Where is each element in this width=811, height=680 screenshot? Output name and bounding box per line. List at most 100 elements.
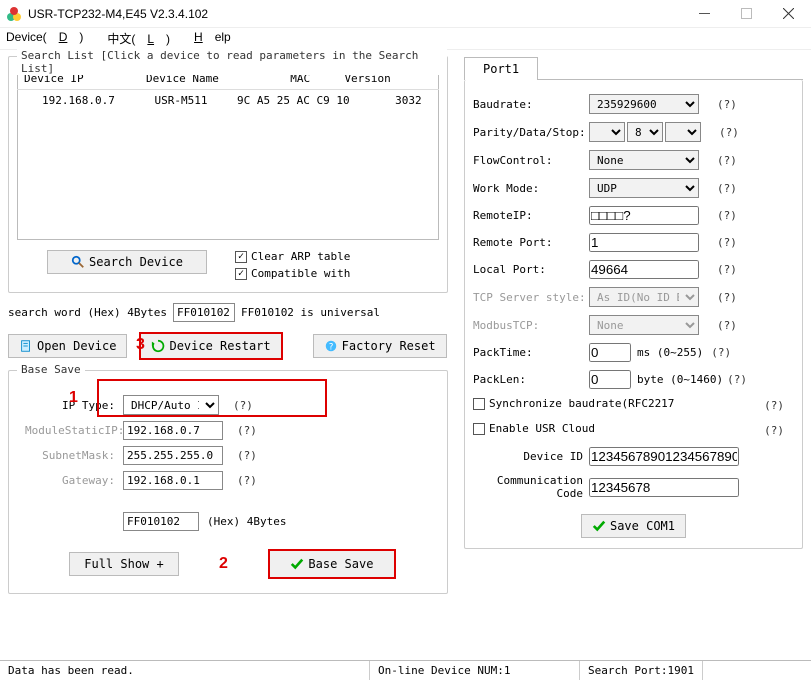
close-button[interactable] (767, 0, 809, 28)
statusbar: Data has been read. On-line Device NUM:1… (0, 660, 811, 680)
parity-select[interactable] (589, 122, 625, 142)
remoteip-label: RemoteIP: (473, 209, 589, 222)
help-link[interactable]: (?) (237, 474, 257, 487)
gateway-input[interactable] (123, 471, 223, 490)
searchword-label: search word (Hex) 4Bytes (8, 306, 167, 319)
compatible-checkbox[interactable]: ✓Compatible with (235, 267, 350, 280)
static-ip-input[interactable] (123, 421, 223, 440)
magnifier-icon (71, 255, 85, 269)
help-link[interactable]: (?) (717, 319, 737, 332)
factory-reset-button[interactable]: ? Factory Reset (313, 334, 447, 358)
save-com1-button[interactable]: Save COM1 (581, 514, 686, 538)
help-link[interactable]: (?) (717, 209, 737, 222)
document-icon (19, 339, 33, 353)
help-link[interactable]: (?) (719, 126, 739, 139)
base-save-title: Base Save (17, 363, 85, 376)
help-link[interactable]: (?) (717, 98, 737, 111)
help-link[interactable]: (?) (237, 424, 257, 437)
help-link[interactable]: (?) (764, 399, 784, 412)
svg-text:?: ? (328, 343, 333, 353)
window-title: USR-TCP232-M4,E45 V2.3.4.102 (28, 7, 683, 21)
modbustcp-label: ModbusTCP: (473, 319, 589, 332)
device-id-label: Device ID (473, 450, 589, 463)
remoteport-input[interactable] (589, 233, 699, 252)
base-hex-note: (Hex) 4Bytes (207, 515, 286, 528)
packtime-input[interactable] (589, 343, 631, 362)
callout-1: 1 (69, 389, 78, 407)
packtime-label: PackTime: (473, 346, 589, 359)
localport-label: Local Port: (473, 263, 589, 276)
baud-select[interactable]: 235929600 (589, 94, 699, 114)
base-save-button[interactable]: Base Save (268, 549, 396, 579)
check-icon (290, 557, 304, 571)
searchword-input[interactable] (173, 303, 235, 322)
app-icon (6, 6, 22, 22)
help-link[interactable]: (?) (711, 346, 731, 359)
tcpserver-select: As ID(No ID Broadca (589, 287, 699, 307)
search-device-button[interactable]: Search Device (47, 250, 207, 274)
port1-panel: Baudrate:235929600 (?) Parity/Data/Stop: 8… (464, 80, 803, 549)
stop-select[interactable] (665, 122, 701, 142)
flow-label: FlowControl: (473, 154, 589, 167)
remoteport-label: Remote Port: (473, 236, 589, 249)
status-port: Search Port:1901 (580, 661, 703, 680)
open-device-button[interactable]: Open Device (8, 334, 127, 358)
base-save-group: Base Save 1 IP Type: DHCP/Auto IP (?) Mo… (8, 370, 448, 594)
help-link[interactable]: (?) (717, 154, 737, 167)
menubar: Device(D) 中文(L) Help (0, 28, 811, 50)
mode-select[interactable]: UDP (589, 178, 699, 198)
subnet-input[interactable] (123, 446, 223, 465)
callout-2: 2 (219, 555, 228, 573)
flow-select[interactable]: None (589, 150, 699, 170)
packlen-input[interactable] (589, 370, 631, 389)
minimize-button[interactable] (683, 0, 725, 28)
remoteip-input[interactable] (589, 206, 699, 225)
status-message: Data has been read. (0, 661, 370, 680)
data-select[interactable]: 8 (627, 122, 663, 142)
help-link[interactable]: (?) (717, 263, 737, 276)
comm-code-label: Communication Code (473, 474, 589, 500)
packlen-unit: byte (0~1460) (637, 373, 723, 386)
packlen-label: PackLen: (473, 373, 589, 386)
full-show-button[interactable]: Full Show + (69, 552, 179, 576)
search-list-group: Search List [Click a device to read para… (8, 56, 448, 293)
help-link[interactable]: (?) (717, 236, 737, 249)
modbustcp-select: None (589, 315, 699, 335)
menu-help[interactable]: Help (194, 30, 243, 47)
callout-1-box (97, 379, 327, 417)
tab-port1[interactable]: Port1 (464, 57, 538, 80)
check-icon (592, 519, 606, 533)
search-list-title: Search List [Click a device to read para… (17, 49, 447, 75)
titlebar: USR-TCP232-M4,E45 V2.3.4.102 (0, 0, 811, 28)
packtime-unit: ms (0~255) (637, 346, 703, 359)
help-icon: ? (324, 339, 338, 353)
tcpserver-label: TCP Server style: (473, 291, 589, 304)
menu-device[interactable]: Device(D) (6, 30, 95, 47)
clear-arp-checkbox[interactable]: ✓Clear ARP table (235, 250, 350, 263)
base-hex-input[interactable] (123, 512, 199, 531)
device-restart-button[interactable]: Device Restart (139, 332, 282, 360)
help-link[interactable]: (?) (727, 373, 747, 386)
table-row[interactable]: 192.168.0.7 USR-M511 9C A5 25 AC C9 10 3… (18, 90, 438, 111)
mode-label: Work Mode: (473, 182, 589, 195)
sync-baud-checkbox[interactable]: Synchronize baudrate(RFC2217 (473, 397, 674, 410)
enable-cloud-checkbox[interactable]: Enable USR Cloud (473, 422, 595, 435)
baud-label: Baudrate: (473, 98, 589, 111)
help-link[interactable]: (?) (237, 449, 257, 462)
searchword-note: FF010102 is universal (241, 306, 380, 319)
localport-input[interactable] (589, 260, 699, 279)
subnet-label: SubnetMask: (25, 449, 115, 462)
status-online: On-line Device NUM:1 (370, 661, 580, 680)
gateway-label: Gateway: (25, 474, 115, 487)
static-ip-label: ModuleStaticIP: (25, 424, 115, 437)
help-link[interactable]: (?) (717, 182, 737, 195)
help-link[interactable]: (?) (764, 424, 784, 437)
pds-label: Parity/Data/Stop: (473, 126, 589, 139)
maximize-button[interactable] (725, 0, 767, 28)
refresh-icon (151, 339, 165, 353)
help-link[interactable]: (?) (717, 291, 737, 304)
callout-3: 3 (136, 336, 145, 354)
menu-chinese[interactable]: 中文(L) (107, 30, 182, 47)
device-id-input[interactable] (589, 447, 739, 466)
comm-code-input[interactable] (589, 478, 739, 497)
